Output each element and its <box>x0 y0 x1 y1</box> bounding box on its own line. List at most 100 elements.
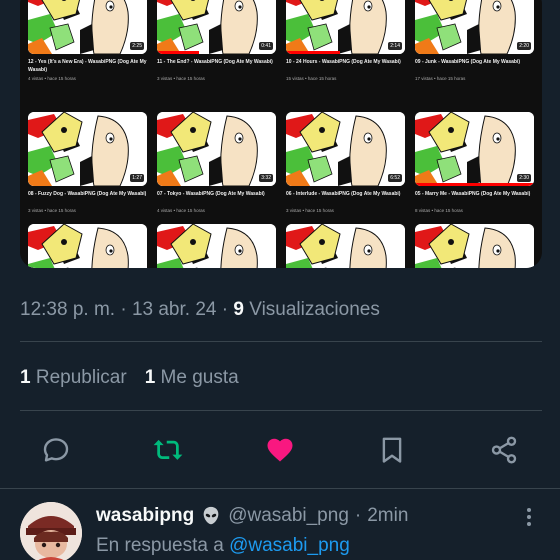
video-thumbnail[interactable]: 2:14 <box>286 0 405 54</box>
cover-art-image <box>415 112 534 186</box>
video-card[interactable]: 2:20 09 - Junk - WasabiPNG (Dog Ate My Wa… <box>415 0 534 92</box>
video-thumbnail[interactable]: 2:30 <box>415 112 534 186</box>
reply-header: wasabipng @wasabi_png · 2min <box>96 505 408 527</box>
video-thumbnail[interactable]: 3:32 <box>157 112 276 186</box>
video-card[interactable]: 6:52 06 - Interlude - WasabiPNG (Dog Ate … <box>286 112 405 224</box>
video-duration: 2:30 <box>517 174 531 182</box>
reply-handle[interactable]: @wasabi_png <box>228 505 349 527</box>
tweet-stats: 1 Republicar 1 Me gusta <box>20 367 239 389</box>
heart-icon <box>267 438 293 462</box>
separator: · <box>221 299 229 320</box>
watch-progress-bar <box>286 51 340 54</box>
reposts-stat[interactable]: 1 Republicar <box>20 367 127 389</box>
video-thumbnail[interactable]: 2:25 <box>28 0 147 54</box>
cover-art-image <box>28 112 147 186</box>
divider <box>20 410 542 411</box>
video-card[interactable]: 2:25 12 - Yes (It's a New Era) - WasabiPN… <box>28 0 147 92</box>
reply-display-name[interactable]: wasabipng <box>96 505 194 527</box>
more-options-icon[interactable] <box>518 504 540 530</box>
cover-art-image <box>28 0 147 54</box>
separator: · <box>120 299 127 320</box>
cover-art-image <box>157 224 276 268</box>
video-thumbnail[interactable]: 6:52 <box>286 112 405 186</box>
video-meta: 15 vistas • hace 15 horas <box>286 76 337 81</box>
video-title[interactable]: 12 - Yes (It's a New Era) - WasabiPNG (D… <box>28 58 147 74</box>
video-duration: 2:25 <box>130 42 144 50</box>
speech-bubble-icon <box>43 438 69 462</box>
video-thumbnail[interactable]: 1:27 <box>28 112 147 186</box>
video-duration: 2:14 <box>388 42 402 50</box>
avatar-illustration <box>20 502 82 560</box>
watch-progress-bar <box>415 183 534 186</box>
video-duration: 3:32 <box>259 174 273 182</box>
cover-art-image <box>286 0 405 54</box>
tweet-time[interactable]: 12:38 p. m. <box>20 299 115 320</box>
video-meta: 4 vistas • hace 15 horas <box>28 76 76 81</box>
video-title[interactable]: 09 - Junk - WasabiPNG (Dog Ate My Wasabi… <box>415 58 534 74</box>
tweet-date[interactable]: 13 abr. 24 <box>132 299 217 320</box>
bookmark-icon <box>382 437 402 463</box>
reply-time[interactable]: 2min <box>367 505 408 527</box>
video-card[interactable] <box>415 224 534 268</box>
views-count: 9 <box>233 299 244 320</box>
cover-art-image <box>157 0 276 54</box>
reply-button[interactable] <box>36 430 76 470</box>
action-bar <box>0 430 560 470</box>
video-thumbnail[interactable] <box>415 224 534 268</box>
video-card[interactable] <box>157 224 276 268</box>
media-card[interactable]: 2:25 12 - Yes (It's a New Era) - WasabiPN… <box>20 0 542 268</box>
video-duration: 2:20 <box>517 42 531 50</box>
video-meta: 3 vistas • hace 15 horas <box>28 208 76 213</box>
share-icon <box>491 436 517 464</box>
in-reply-mention[interactable]: @wasabi_png <box>229 535 350 556</box>
retweet-button[interactable] <box>148 430 188 470</box>
views-label: Visualizaciones <box>249 299 380 320</box>
likes-label: Me gusta <box>160 367 239 388</box>
video-card[interactable]: 2:30 05 - Marry Me - WasabiPNG (Dog Ate M… <box>415 112 534 224</box>
video-title[interactable]: 11 - The End? - WasabiPNG (Dog Ate My Wa… <box>157 58 276 74</box>
cover-art-image <box>415 0 534 54</box>
video-thumbnail[interactable]: 0:41 <box>157 0 276 54</box>
avatar[interactable] <box>20 502 82 560</box>
alien-icon <box>203 506 219 525</box>
video-card[interactable]: 2:14 10 - 24 Hours - WasabiPNG (Dog Ate M… <box>286 0 405 92</box>
in-reply-to: En respuesta a @wasabi_png <box>96 535 350 557</box>
video-card[interactable]: 0:41 11 - The End? - WasabiPNG (Dog Ate M… <box>157 0 276 92</box>
reposts-count: 1 <box>20 367 31 388</box>
video-thumbnail[interactable] <box>157 224 276 268</box>
retweet-icon <box>153 439 183 460</box>
cover-art-image <box>286 112 405 186</box>
cover-art-image <box>28 224 147 268</box>
separator: · <box>354 505 362 526</box>
video-thumbnail[interactable]: 2:20 <box>415 0 534 54</box>
divider <box>20 341 542 342</box>
video-duration: 6:52 <box>388 174 402 182</box>
in-reply-prefix: En respuesta a <box>96 535 224 556</box>
video-title[interactable]: 08 - Fuzzy Dog - WasabiPNG (Dog Ate My W… <box>28 190 147 206</box>
video-duration: 0:41 <box>259 42 273 50</box>
video-card[interactable] <box>286 224 405 268</box>
likes-count: 1 <box>144 367 156 388</box>
video-meta: 17 vistas • hace 15 horas <box>415 76 466 81</box>
video-meta: 3 vistas • hace 15 horas <box>286 208 334 213</box>
like-button[interactable] <box>260 430 300 470</box>
reposts-label: Republicar <box>35 367 127 388</box>
video-title[interactable]: 07 - Tokyo - WasabiPNG (Dog Ate My Wasab… <box>157 190 276 206</box>
video-meta: 3 vistas • hace 15 horas <box>157 76 205 81</box>
video-card[interactable]: 3:32 07 - Tokyo - WasabiPNG (Dog Ate My W… <box>157 112 276 224</box>
cover-art-image <box>415 224 534 268</box>
video-meta: 8 vistas • hace 15 horas <box>415 208 463 213</box>
cover-art-image <box>286 224 405 268</box>
video-thumbnail[interactable] <box>28 224 147 268</box>
likes-stat[interactable]: 1 Me gusta <box>145 367 239 389</box>
video-card[interactable] <box>28 224 147 268</box>
video-title[interactable]: 10 - 24 Hours - WasabiPNG (Dog Ate My Wa… <box>286 58 405 74</box>
video-duration: 1:27 <box>130 174 144 182</box>
video-title[interactable]: 05 - Marry Me - WasabiPNG (Dog Ate My Wa… <box>415 190 534 206</box>
video-title[interactable]: 06 - Interlude - WasabiPNG (Dog Ate My W… <box>286 190 405 206</box>
bookmark-button[interactable] <box>372 430 412 470</box>
cover-art-image <box>157 112 276 186</box>
video-card[interactable]: 1:27 08 - Fuzzy Dog - WasabiPNG (Dog Ate … <box>28 112 147 224</box>
share-button[interactable] <box>484 430 524 470</box>
video-thumbnail[interactable] <box>286 224 405 268</box>
